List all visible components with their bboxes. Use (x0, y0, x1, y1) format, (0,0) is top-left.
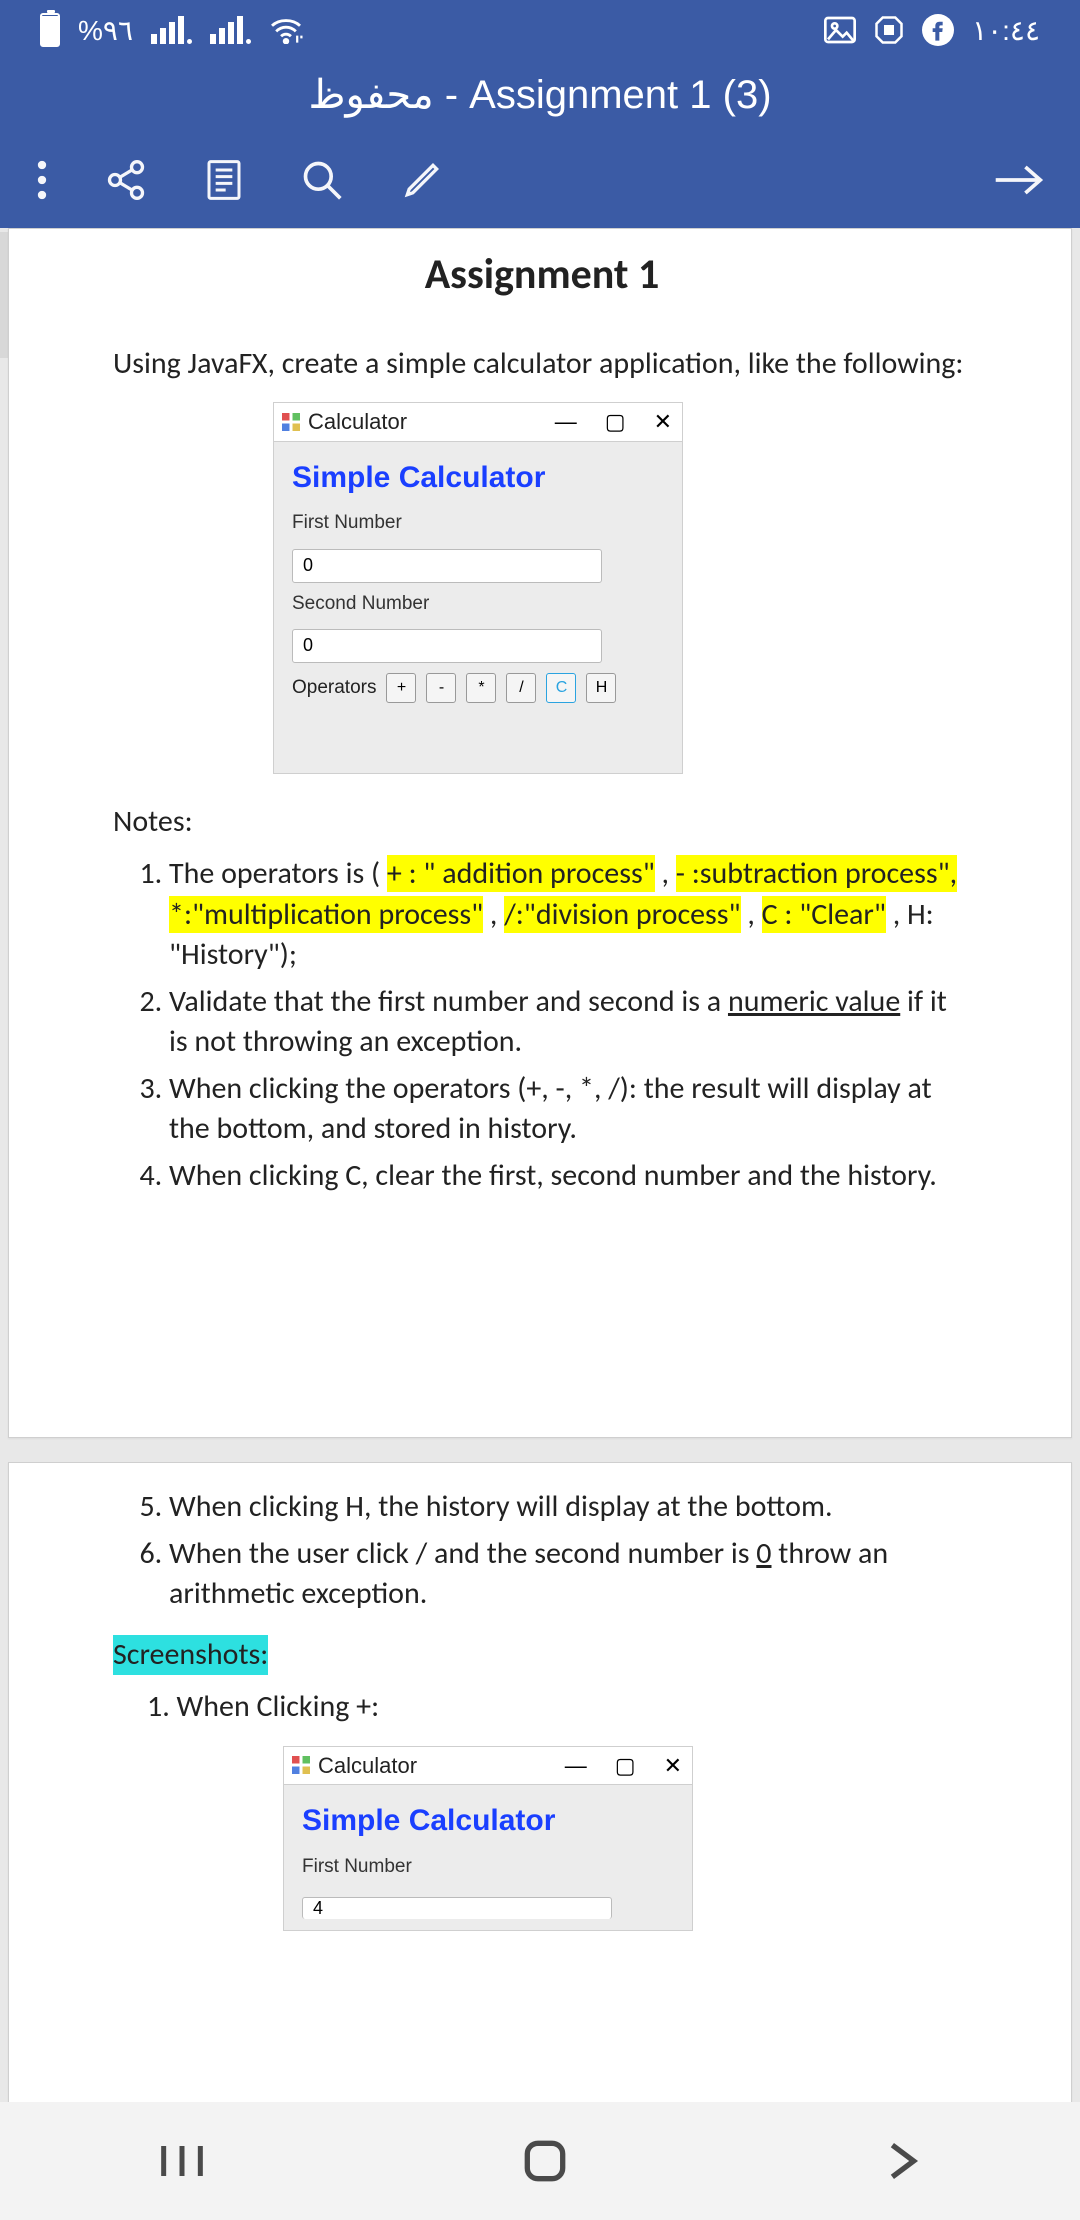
home-button[interactable] (522, 2138, 568, 2184)
wifi-icon (269, 16, 303, 44)
stop-icon (874, 15, 904, 45)
first-number-label: First Number (292, 510, 664, 536)
calc-window-title: Calculator (318, 1751, 417, 1781)
share-icon[interactable] (104, 158, 148, 202)
app-window-icon (282, 413, 300, 431)
notes-list-2: When clicking H, the history will displa… (151, 1487, 971, 1615)
more-icon[interactable] (36, 160, 48, 200)
forward-arrow-icon[interactable] (992, 160, 1044, 200)
signal2-icon (210, 16, 251, 44)
back-button[interactable] (883, 2138, 923, 2184)
note-3: When clicking the operators (+, -, *, /)… (169, 1069, 971, 1150)
note-4: When clicking C, clear the first, second… (169, 1156, 971, 1197)
second-number-input (292, 629, 602, 663)
note-2: Validate that the first number and secon… (169, 982, 971, 1063)
first-number-label: First Number (302, 1854, 674, 1880)
calc-heading: Simple Calculator (302, 1801, 674, 1842)
reading-view-icon[interactable] (204, 158, 244, 202)
calc-screenshot-2: Calculator — ▢ ✕ Simple Calculator First… (283, 1746, 693, 1931)
clock-text: ١٠:٤٤ (972, 14, 1040, 47)
divide-button: / (506, 673, 536, 703)
first-number-input (292, 549, 602, 583)
history-button: H (586, 673, 616, 703)
doc-page-1: Assignment 1 Using JavaFX, create a simp… (8, 228, 1072, 1438)
minimize-icon: — (565, 1751, 587, 1781)
status-bar: %٩٦ ١٠:٤٤ (0, 0, 1080, 60)
calc-screenshot-1: Calculator — ▢ ✕ Simple Calculator First… (273, 402, 683, 773)
battery-icon (40, 13, 60, 47)
minus-button: - (426, 673, 456, 703)
battery-percent: %٩٦ (78, 14, 133, 47)
intro-text: Using JavaFX, create a simple calculator… (113, 344, 971, 385)
search-icon[interactable] (300, 158, 344, 202)
calc-window-title: Calculator (308, 407, 407, 437)
multiply-button: * (466, 673, 496, 703)
maximize-icon: ▢ (615, 1751, 636, 1781)
note-1: The operators is ( + : " addition proces… (169, 854, 971, 976)
minimize-icon: — (555, 407, 577, 437)
image-icon (824, 16, 856, 44)
notes-label: Notes: (113, 802, 971, 843)
system-nav-bar (0, 2102, 1080, 2220)
screenshot-item-1: 1. When Clicking +: (147, 1687, 971, 1728)
second-number-label: Second Number (292, 591, 664, 617)
close-icon: ✕ (654, 407, 672, 437)
plus-button: + (386, 673, 416, 703)
close-icon: ✕ (664, 1751, 682, 1781)
doc-heading: Assignment 1 (113, 247, 971, 304)
note-6: When the user click / and the second num… (169, 1534, 971, 1615)
calc-heading: Simple Calculator (292, 458, 664, 499)
maximize-icon: ▢ (605, 407, 626, 437)
facebook-icon (922, 14, 954, 46)
recents-button[interactable] (157, 2139, 207, 2183)
screenshots-label: Screenshots: (113, 1635, 268, 1676)
clear-button: C (546, 673, 576, 703)
doc-page-2: When clicking H, the history will displa… (8, 1462, 1072, 2122)
toolbar (0, 132, 1080, 228)
app-title: محفوظ - Assignment 1 (3) (0, 60, 1080, 132)
note-5: When clicking H, the history will displa… (169, 1487, 971, 1528)
document-viewport[interactable]: Assignment 1 Using JavaFX, create a simp… (0, 228, 1080, 2122)
app-window-icon (292, 1756, 310, 1774)
first-number-input-2 (302, 1897, 612, 1919)
edit-icon[interactable] (400, 158, 444, 202)
notes-list: The operators is ( + : " addition proces… (151, 854, 971, 1196)
signal1-icon (151, 16, 192, 44)
operators-label: Operators (292, 675, 376, 701)
